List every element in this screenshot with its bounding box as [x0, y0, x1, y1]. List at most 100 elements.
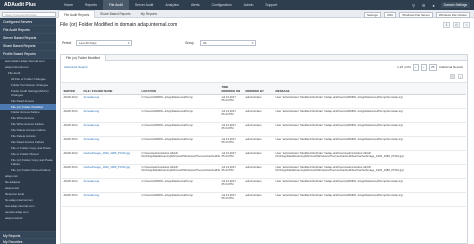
favorite-icon[interactable]: ☆ [463, 22, 470, 28]
table-cell: User 'administrator' Modified file/folde… [274, 164, 466, 179]
table-cell[interactable]: Annotate.log [82, 136, 140, 151]
table-row[interactable]: ADAP-DC2 Annotate.log C:\Users\ADMINI~1\Ap… [62, 94, 466, 109]
report-toolbar: Advanced Search 1-25 of 84 ‹ › 25 Additi… [61, 61, 467, 83]
settings-button[interactable]: Settings [363, 11, 381, 18]
column-chooser-icon[interactable]: ☰ [450, 74, 455, 79]
tab-file-audit-reports[interactable]: File Audit Reports [58, 10, 96, 18]
table-cell: ADAP-DC2 [62, 178, 82, 193]
table-cell: Jul 13,2017 05:44 PM [220, 94, 244, 109]
table-cell: C:\Users\ADMINI~1\AppData\Local\Temp [140, 94, 220, 109]
user-icon[interactable]: ● [431, 2, 437, 8]
table-row[interactable]: ADAP-DC2 Annotate.log C:\Users\ADMINI~1\Ap… [62, 192, 466, 207]
group-select[interactable]: All ▾ [200, 40, 256, 46]
nav-item-alerts[interactable]: Alerts [185, 0, 206, 10]
windows-file-server-button[interactable]: Windows File Server [399, 11, 433, 18]
sidebar-item[interactable]: File (or) Folder Copy and Paste Failure [0, 158, 56, 168]
column-header[interactable]: FILE / FOLDER NAME [82, 83, 140, 95]
table-cell: administrator [244, 164, 274, 179]
prev-page-button[interactable]: ‹ [412, 64, 419, 71]
table-cell: User 'administrator' Modified file/folde… [274, 192, 466, 207]
per-page-select[interactable]: 25 [428, 64, 437, 71]
column-header[interactable]: MODIFIED BY [244, 83, 274, 95]
table-tools: ☰ ▿ [450, 74, 463, 79]
nav-item-server-audit[interactable]: Server Audit [129, 0, 159, 10]
sidebar-section-header[interactable]: Profile Based Reports [0, 50, 56, 59]
table-cell[interactable]: CachedImage_1920_1080_POS4.jpg [82, 164, 140, 179]
column-header[interactable]: SERVER [62, 83, 82, 95]
table-cell: administrator [244, 94, 274, 109]
tab-my-reports[interactable]: My Reports [136, 10, 162, 18]
group-value: All [203, 41, 207, 45]
bell-icon[interactable]: ⚙ [421, 2, 427, 8]
tab-share-based-reports[interactable]: Share Based Reports [95, 10, 135, 18]
sidebar-item[interactable]: adap.local.dc [0, 215, 56, 221]
advanced-search-link[interactable]: Advanced Search [64, 65, 88, 69]
nav-item-home[interactable]: Home [58, 0, 79, 10]
table-cell: C:\Users\ADMINI~1\AppData\Local\Temp [140, 192, 220, 207]
table-cell: C:\Users\ADMINI~1\AppData\Local\Temp [140, 108, 220, 123]
report-search-input[interactable]: Search Reports/Profiles [2, 11, 56, 17]
table-row[interactable]: ADAP-DC2 Annotate.log C:\Users\ADMINI~1\Ap… [62, 108, 466, 123]
table-cell[interactable]: Annotate.log [82, 108, 140, 123]
group-label: Group [185, 41, 194, 45]
table-row[interactable]: ADAP-DC2 Annotate.log C:\Users\ADMINI~1\Ap… [62, 136, 466, 151]
column-header[interactable]: MESSAGE [274, 83, 466, 95]
table-cell: User 'administrator' Modified file/folde… [274, 136, 466, 151]
period-select[interactable]: Last 30 Days ▾ [76, 40, 132, 46]
view-select[interactable]: Additional Results [439, 65, 463, 69]
table-header-row: SERVER FILE / FOLDER NAME LOCATION TIME MOD… [62, 83, 466, 95]
next-page-button[interactable]: › [420, 64, 427, 71]
table-cell[interactable]: Annotate.log [82, 192, 140, 207]
sidebar-section-header[interactable]: Configured Servers [0, 18, 56, 27]
nav-item-file-audit[interactable]: File Audit [102, 0, 129, 10]
sidebar-section-header[interactable]: File Audit Reports [0, 26, 56, 35]
nav-item-admin[interactable]: Admin [238, 0, 260, 10]
page-range: 1-25 of 84 [397, 65, 411, 70]
pagination: 1-25 of 84 ‹ › 25 Additional Results [397, 64, 463, 71]
table-cell: User 'administrator' Modified file/folde… [274, 150, 466, 165]
report-category-tabs: File Audit Reports Share Based Reports My … [58, 10, 162, 18]
table-cell[interactable]: Annotate.log [82, 122, 140, 137]
filter-icon[interactable]: ▿ [458, 74, 463, 79]
table-cell: Jul 13,2017 05:44 PM [220, 192, 244, 207]
table-row[interactable]: ADAP-DC2 CachedImage_1920_1080_POS4.jpg C:… [62, 164, 466, 179]
top-navigation-bar: ADAudit Plus Home Reports File Audit Server… [0, 0, 474, 10]
sidebar-section-header[interactable]: Server Based Reports [0, 34, 56, 43]
app-logo[interactable]: ADAudit Plus [4, 2, 36, 8]
table-row[interactable]: ADAP-DC2 Annotate.log C:\Users\ADMINI~1\Ap… [62, 178, 466, 193]
nav-item-configuration[interactable]: Configuration [206, 0, 238, 10]
table-cell: administrator [244, 136, 274, 151]
table-cell: C:\Users\ADMINI~1\AppData\Local\Temp [140, 136, 220, 151]
sub-toolbar: Search Reports/Profiles File Audit Repor… [0, 10, 474, 18]
table-cell: Jul 13,2017 05:44 PM [220, 164, 244, 179]
nav-item-reports[interactable]: Reports [79, 0, 103, 10]
table-cell: C:\Users\administrator.ADAP-DC2\AppData\… [140, 164, 220, 179]
table-cell[interactable]: CachedImage_1920_1080_POS4.jpg [82, 150, 140, 165]
title-actions: ⇩ ◴ ☆ [443, 22, 470, 28]
nav-item-support[interactable]: Support [259, 0, 283, 10]
sidebar-section-header[interactable]: Share Based Reports [0, 42, 56, 51]
sidebar-item[interactable]: Folder Audit Settings(SACL) Changes [0, 89, 56, 99]
table-cell: ADAP-DC2 [62, 150, 82, 165]
schedule-icon[interactable]: ◴ [453, 22, 460, 28]
nav-item-analytics[interactable]: Analytics [159, 0, 185, 10]
unc-button[interactable]: UNC [383, 11, 397, 18]
table-row[interactable]: ADAP-DC2 CachedImage_1920_1080_POS4.jpg C:… [62, 150, 466, 165]
search-icon[interactable]: ⚲ [411, 2, 417, 8]
windows-file-cluster-button[interactable]: Windows File Cluster [435, 11, 470, 18]
report-table: SERVER FILE / FOLDER NAME LOCATION TIME MOD… [62, 83, 466, 207]
column-header[interactable]: LOCATION [140, 83, 220, 95]
table-cell[interactable]: Annotate.log [82, 94, 140, 109]
export-icon[interactable]: ⇩ [443, 22, 450, 28]
domain-settings-button[interactable]: Domain Settings [440, 2, 470, 8]
table-cell: ADAP-DC2 [62, 94, 82, 109]
table-cell: User 'administrator' Modified file/folde… [274, 94, 466, 109]
table-cell[interactable]: Annotate.log [82, 178, 140, 193]
column-header[interactable]: TIME MODIFIED ON [220, 83, 244, 95]
sidebar-footer-item[interactable]: My Favorites [0, 237, 56, 244]
table-cell: Jul 13,2017 05:44 PM [220, 136, 244, 151]
table-row[interactable]: ADAP-DC2 Annotate.log C:\Users\ADMINI~1\Ap… [62, 122, 466, 137]
main-content: File (or) Folder Modified in domain adap… [58, 20, 472, 244]
table-cell: ADAP-DC2 [62, 108, 82, 123]
table-cell: User 'administrator' Modified file/folde… [274, 178, 466, 193]
